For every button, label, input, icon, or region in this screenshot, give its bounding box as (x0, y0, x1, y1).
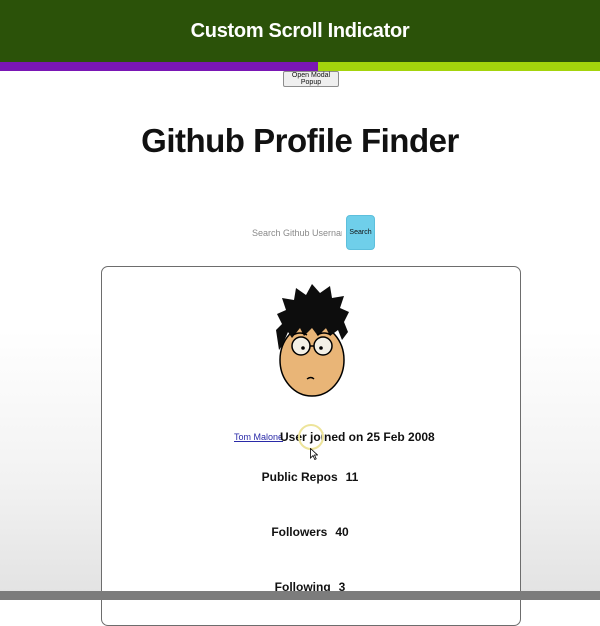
header-title: Custom Scroll Indicator (190, 19, 410, 42)
stat-public-repos: Public Repos 11 (0, 470, 600, 484)
scroll-indicator-fill (0, 62, 318, 71)
stat-label: Public Repos (261, 470, 338, 484)
scroll-indicator-track (0, 62, 600, 71)
cursor-highlight-ring (298, 424, 324, 450)
open-modal-button[interactable]: Open Modal Popup (283, 71, 339, 87)
stat-label: Followers (271, 525, 328, 539)
search-input[interactable] (244, 221, 342, 245)
app-header: Custom Scroll Indicator (0, 0, 600, 62)
stat-followers: Followers 40 (0, 525, 600, 539)
search-button[interactable]: Search (346, 215, 375, 250)
page-title: Github Profile Finder (141, 122, 459, 159)
page-scrollbar[interactable] (0, 591, 600, 600)
cartoon-avatar-icon (276, 284, 349, 397)
mouse-cursor-icon (310, 448, 318, 460)
stat-value: 40 (335, 525, 349, 539)
profile-username-link[interactable]: Tom Malone (234, 432, 283, 442)
stat-value: 11 (345, 470, 359, 484)
